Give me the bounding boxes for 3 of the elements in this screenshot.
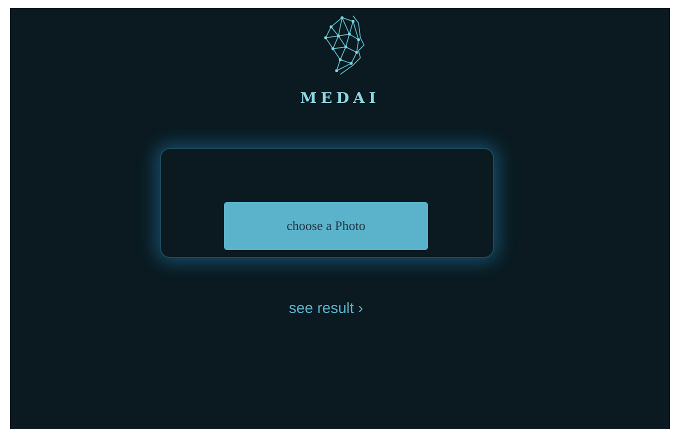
see-result-link[interactable]: see result › (288, 298, 364, 320)
choose-photo-button[interactable]: choose a Photo (224, 202, 428, 250)
logo-wordmark: MEDAI (300, 88, 380, 109)
